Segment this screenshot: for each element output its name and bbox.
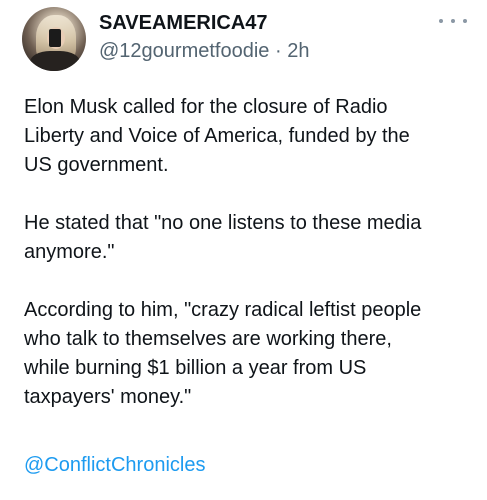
author-meta: @12gourmetfoodie · 2h [99, 40, 309, 63]
avatar[interactable] [22, 7, 86, 71]
mention-link[interactable]: @ConflictChronicles [24, 451, 205, 479]
more-horizontal-icon[interactable] [439, 14, 467, 28]
author-handle[interactable]: @12gourmetfoodie [99, 40, 269, 62]
tweet-paragraph: According to him, "crazy radical leftist… [24, 299, 422, 408]
author-name[interactable]: SAVEAMERICA47 [99, 12, 268, 35]
meta-separator: · [274, 40, 282, 62]
tweet-body: Elon Musk called for the closure of Radi… [24, 93, 474, 412]
tweet-paragraph: He stated that "no one listens to these … [24, 212, 422, 263]
avatar-phone [49, 29, 61, 47]
tweet-paragraph: Elon Musk called for the closure of Radi… [24, 96, 410, 176]
avatar-shirt [30, 51, 80, 71]
tweet-card: SAVEAMERICA47 @12gourmetfoodie · 2h Elon… [0, 0, 487, 500]
post-time[interactable]: 2h [287, 40, 309, 62]
more-dot [451, 19, 455, 23]
more-dot [463, 19, 467, 23]
more-dot [439, 19, 443, 23]
